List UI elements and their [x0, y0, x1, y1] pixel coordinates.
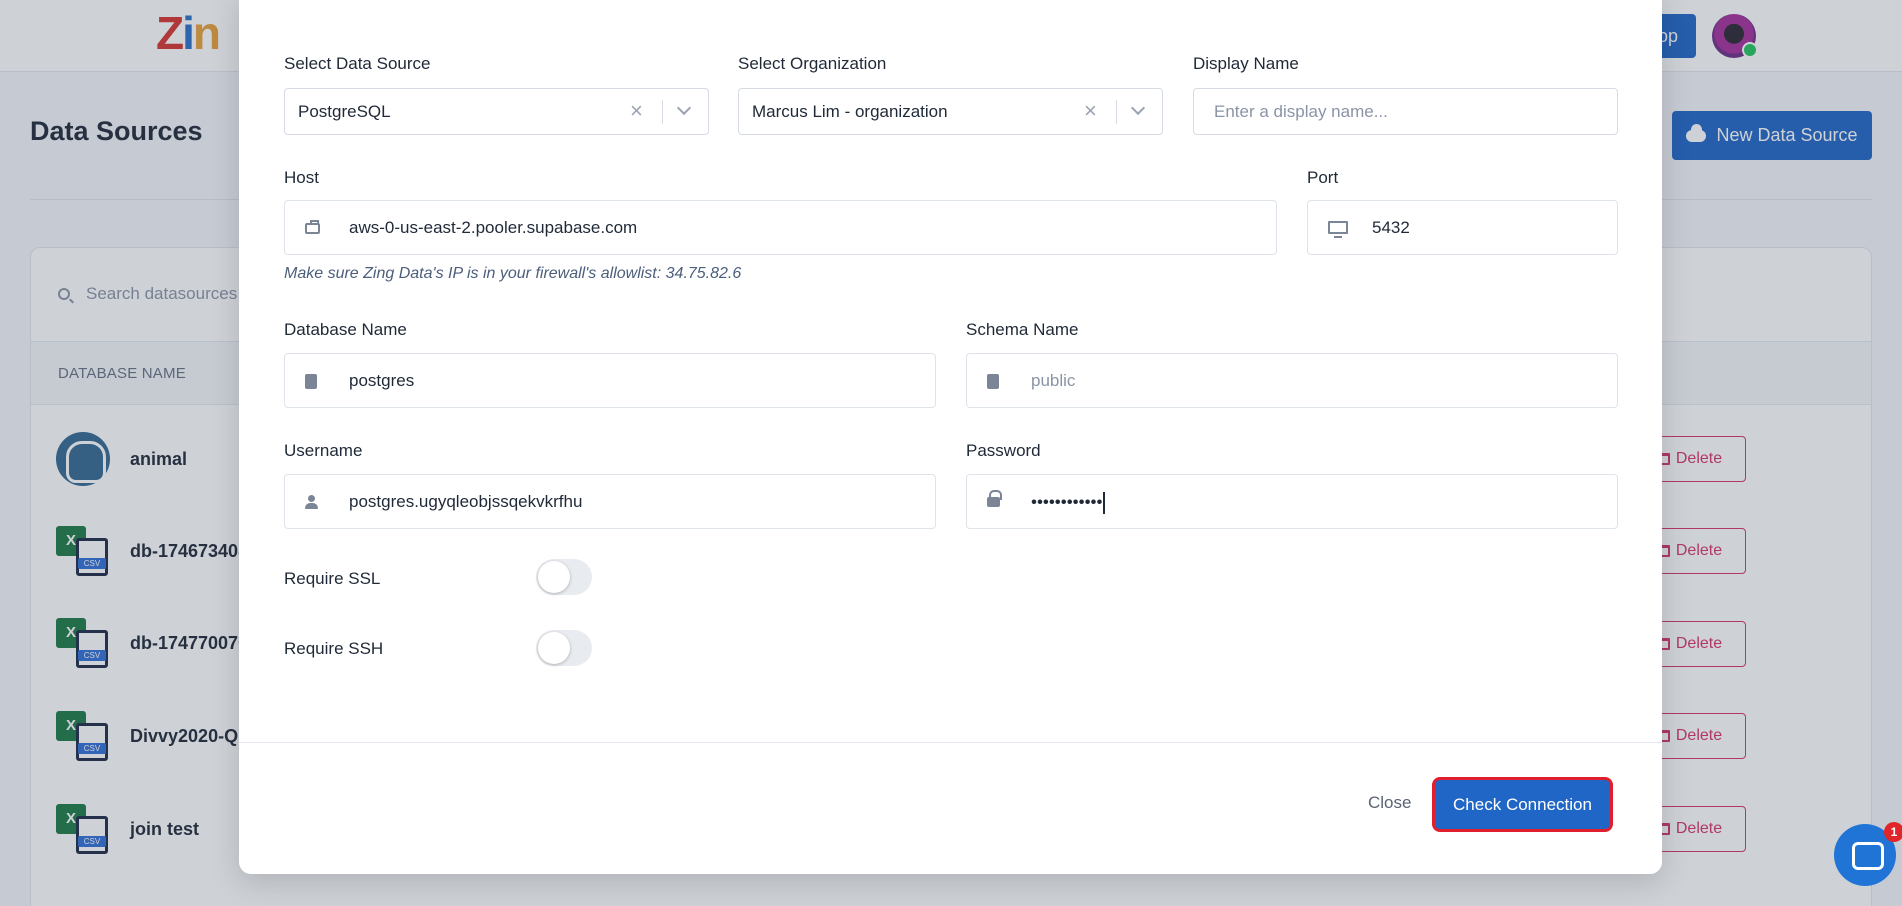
toggle-knob [538, 632, 570, 664]
database-name-value: postgres [349, 371, 415, 390]
text-caret [1103, 492, 1106, 514]
port-label: Port [1307, 168, 1339, 187]
require-ssl-toggle[interactable] [536, 559, 592, 595]
notification-badge: 1 [1884, 822, 1902, 842]
user-icon [305, 495, 318, 509]
organization-select[interactable]: Marcus Lim - organization × [738, 88, 1163, 135]
host-value: aws-0-us-east-2.pooler.supabase.com [349, 218, 638, 237]
allowlist-hint: Make sure Zing Data's IP is in your fire… [284, 265, 742, 282]
copy-icon [983, 371, 999, 390]
username-input[interactable]: postgres.ugyqleobjssqekvkrfhu [284, 474, 936, 529]
password-input[interactable]: •••••••••••• [966, 474, 1618, 529]
chevron-down-icon[interactable] [676, 100, 692, 116]
schema-name-label: Schema Name [966, 320, 1079, 339]
host-label: Host [284, 168, 319, 187]
display-name-label: Display Name [1193, 54, 1299, 73]
select-organization-label: Select Organization [738, 54, 887, 73]
display-name-placeholder: Enter a display name... [1214, 102, 1388, 121]
database-name-label: Database Name [284, 320, 407, 339]
copy-icon [301, 371, 317, 390]
schema-name-input[interactable]: public [966, 353, 1618, 408]
select-separator [1116, 100, 1117, 124]
chevron-down-icon[interactable] [1130, 100, 1146, 116]
toggle-knob [538, 561, 570, 593]
close-button[interactable]: Close [1368, 793, 1411, 813]
host-input[interactable]: aws-0-us-east-2.pooler.supabase.com [284, 200, 1277, 255]
clear-icon[interactable]: × [1084, 100, 1097, 122]
require-ssh-toggle[interactable] [536, 630, 592, 666]
briefcase-icon [305, 220, 320, 234]
modal-footer-divider [239, 742, 1662, 743]
clear-icon[interactable]: × [630, 100, 643, 122]
data-source-select[interactable]: PostgreSQL × [284, 88, 709, 135]
username-label: Username [284, 441, 363, 460]
select-separator [662, 100, 663, 124]
require-ssl-label: Require SSL [284, 569, 381, 588]
data-source-select-value: PostgreSQL [298, 102, 391, 121]
password-value: •••••••••••• [1031, 492, 1106, 514]
port-input[interactable]: 5432 [1307, 200, 1618, 255]
schema-name-placeholder: public [1031, 371, 1076, 390]
organization-select-value: Marcus Lim - organization [752, 102, 948, 121]
check-connection-button[interactable]: Check Connection [1432, 777, 1613, 832]
lock-icon [987, 490, 1002, 507]
display-name-input[interactable]: Enter a display name... [1193, 88, 1618, 135]
monitor-icon [1328, 221, 1348, 238]
username-value: postgres.ugyqleobjssqekvkrfhu [349, 492, 583, 511]
password-label: Password [966, 441, 1041, 460]
select-data-source-label: Select Data Source [284, 54, 431, 73]
require-ssh-label: Require SSH [284, 639, 384, 658]
port-value: 5432 [1372, 218, 1410, 237]
database-name-input[interactable]: postgres [284, 353, 936, 408]
